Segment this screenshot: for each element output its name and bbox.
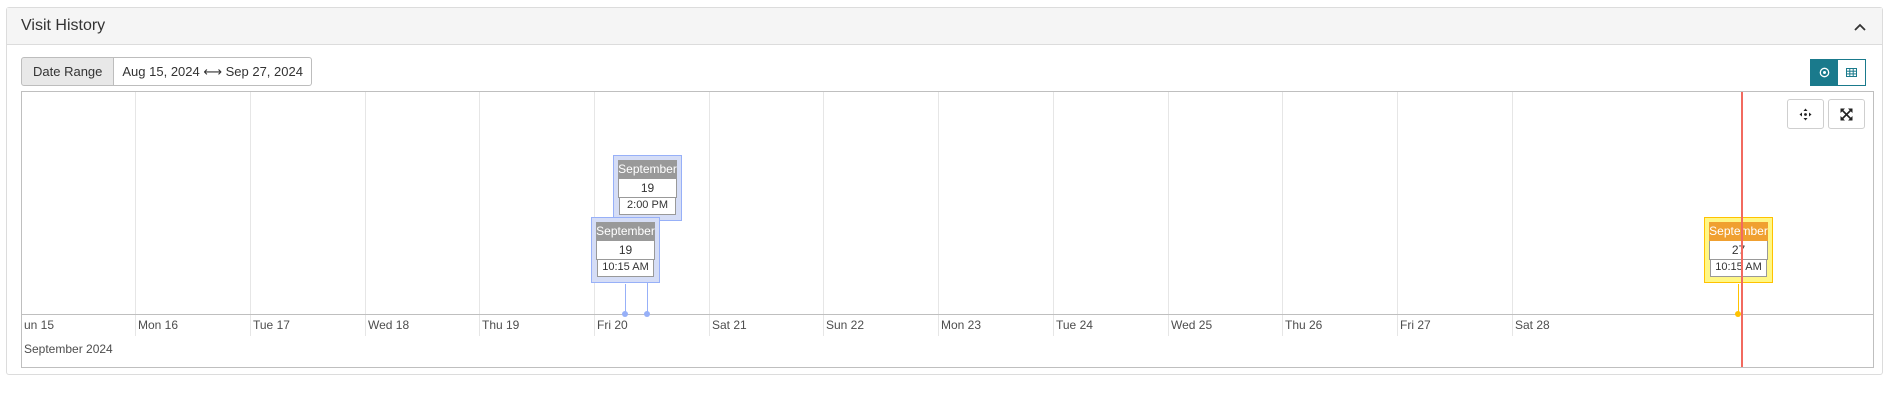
date-range-toolbar: Date Range Aug 15, 2024 ⟷ Sep 27, 2024 bbox=[21, 57, 312, 86]
tick-label: Tue 17 bbox=[253, 318, 290, 332]
tick-label: un 15 bbox=[24, 318, 55, 332]
grid-line bbox=[1512, 92, 1513, 314]
collapse-button[interactable] bbox=[1850, 17, 1870, 37]
chevron-up-icon bbox=[1854, 23, 1866, 31]
tick-label: Sat 21 bbox=[712, 318, 747, 332]
table-icon bbox=[1846, 68, 1857, 77]
grid-line bbox=[938, 92, 939, 314]
grid-line bbox=[1397, 92, 1398, 314]
tick-label: Sat 28 bbox=[1515, 318, 1550, 332]
tick-label: Mon 23 bbox=[941, 318, 982, 332]
crosshair-move-icon bbox=[1799, 108, 1812, 120]
event-connector bbox=[625, 284, 626, 314]
view-toggle bbox=[1810, 59, 1866, 86]
tick-mark bbox=[709, 314, 710, 336]
table-view-button[interactable] bbox=[1838, 59, 1866, 86]
tick-mark bbox=[250, 314, 251, 336]
timeline-canvas[interactable]: September 2024 September 19 2:00 PM Sept… bbox=[21, 91, 1874, 368]
tick-label: Sun 22 bbox=[826, 318, 865, 332]
timeline-axis bbox=[22, 314, 1873, 315]
tick-mark bbox=[1168, 314, 1169, 336]
event-dot bbox=[644, 311, 650, 317]
event-time: 2:00 PM bbox=[619, 198, 676, 215]
grid-line bbox=[1168, 92, 1169, 314]
tick-label: Thu 19 bbox=[482, 318, 520, 332]
tick-mark bbox=[1512, 314, 1513, 336]
fullscreen-button[interactable] bbox=[1828, 99, 1865, 129]
panel-header: Visit History bbox=[7, 8, 1882, 45]
grid-line bbox=[709, 92, 710, 314]
event-month: September bbox=[1709, 222, 1768, 241]
panel-title: Visit History bbox=[21, 17, 106, 34]
date-range-value: Aug 15, 2024 ⟷ Sep 27, 2024 bbox=[114, 57, 312, 86]
tick-mark bbox=[135, 314, 136, 336]
tick-label: Fri 20 bbox=[597, 318, 628, 332]
target-icon bbox=[1819, 67, 1829, 78]
tick-label: Fri 27 bbox=[1400, 318, 1431, 332]
visit-event-item[interactable]: September 19 2:00 PM bbox=[613, 155, 682, 221]
tick-mark bbox=[1053, 314, 1054, 336]
tick-mark bbox=[1282, 314, 1283, 336]
event-day: 19 bbox=[618, 179, 677, 198]
tick-label: Wed 25 bbox=[1171, 318, 1213, 332]
visit-history-panel: Visit History Date Range Aug 15, 2024 ⟷ … bbox=[6, 7, 1883, 375]
event-connector bbox=[1738, 284, 1739, 314]
grid-line bbox=[135, 92, 136, 314]
tick-mark bbox=[1397, 314, 1398, 336]
tick-label: Thu 26 bbox=[1285, 318, 1323, 332]
event-dot bbox=[622, 311, 628, 317]
visit-event-item-selected[interactable]: September 27 10:15 AM bbox=[1704, 217, 1773, 283]
tick-mark bbox=[365, 314, 366, 336]
tick-mark bbox=[594, 314, 595, 336]
timeline-view-button[interactable] bbox=[1810, 59, 1838, 86]
tick-mark bbox=[823, 314, 824, 336]
visit-event-item[interactable]: September 19 10:15 AM bbox=[591, 217, 660, 283]
timeline-major-label: September 2024 bbox=[24, 342, 113, 356]
grid-line bbox=[479, 92, 480, 314]
tick-label: Tue 24 bbox=[1056, 318, 1093, 332]
tick-label: Mon 16 bbox=[138, 318, 179, 332]
current-time-line bbox=[1741, 92, 1743, 367]
grid-line bbox=[1282, 92, 1283, 314]
fit-view-button[interactable] bbox=[1787, 99, 1824, 129]
expand-icon bbox=[1840, 108, 1853, 120]
grid-line bbox=[365, 92, 366, 314]
event-month: September bbox=[596, 222, 655, 241]
event-month: September bbox=[618, 160, 677, 179]
event-day: 27 bbox=[1709, 241, 1768, 260]
event-time: 10:15 AM bbox=[1710, 260, 1767, 277]
tick-mark bbox=[479, 314, 480, 336]
tick-label: Wed 18 bbox=[368, 318, 410, 332]
event-time: 10:15 AM bbox=[597, 260, 654, 277]
date-range-button[interactable]: Date Range bbox=[21, 57, 115, 86]
tick-mark bbox=[938, 314, 939, 336]
event-day: 19 bbox=[596, 241, 655, 260]
grid-line bbox=[250, 92, 251, 314]
grid-line bbox=[1053, 92, 1054, 314]
grid-line bbox=[823, 92, 824, 314]
